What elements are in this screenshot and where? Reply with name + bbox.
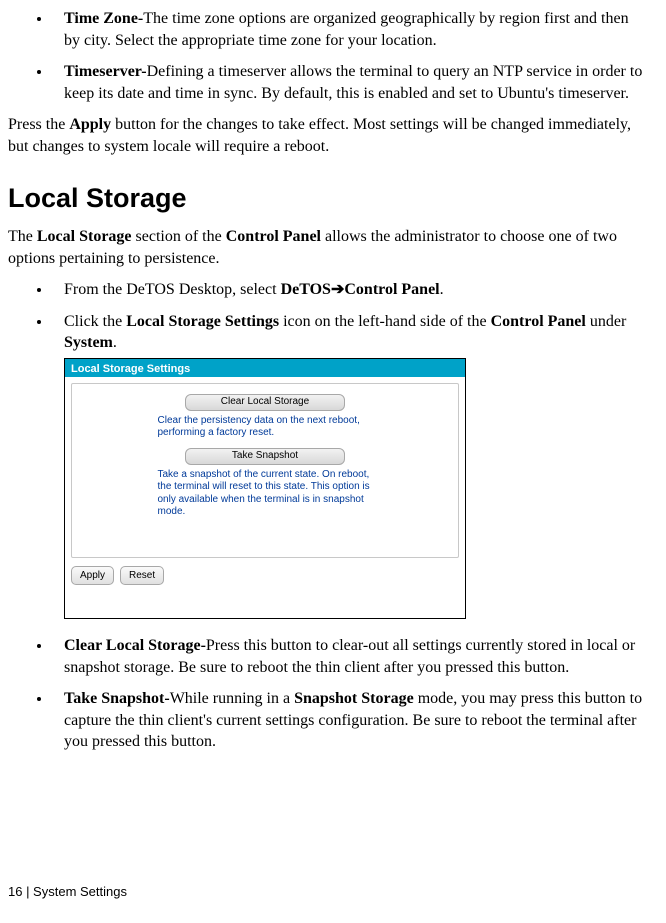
- arrow-icon: ➔: [331, 281, 344, 298]
- bullet-nav-step1: From the DeTOS Desktop, select DeTOS➔Con…: [52, 279, 648, 301]
- intro-paragraph: The Local Storage section of the Control…: [8, 226, 648, 269]
- nav-bullet-list: From the DeTOS Desktop, select DeTOS➔Con…: [12, 279, 648, 619]
- bullet-clear-local-storage: Clear Local Storage-Press this button to…: [52, 635, 648, 678]
- take-snapshot-button[interactable]: Take Snapshot: [185, 448, 345, 465]
- bottom-bullet-list: Clear Local Storage-Press this button to…: [12, 635, 648, 753]
- bullet-timezone: Time Zone-The time zone options are orga…: [52, 8, 648, 51]
- clear-local-storage-desc: Clear the persistency data on the next r…: [158, 415, 373, 440]
- local-storage-heading: Local Storage: [8, 180, 648, 216]
- panel-content-box: Clear Local Storage Clear the persistenc…: [71, 383, 459, 558]
- bullet-text: The time zone options are organized geog…: [64, 10, 629, 49]
- bullet-text: Defining a timeserver allows the termina…: [64, 63, 642, 102]
- apply-button[interactable]: Apply: [71, 566, 114, 586]
- bullet-title: Clear Local Storage-: [64, 637, 206, 654]
- panel-title: Local Storage Settings: [65, 359, 465, 377]
- bullet-nav-step2: Click the Local Storage Settings icon on…: [52, 311, 648, 619]
- bullet-timeserver: Timeserver-Defining a timeserver allows …: [52, 61, 648, 104]
- apply-paragraph: Press the Apply button for the changes t…: [8, 114, 648, 157]
- reset-button[interactable]: Reset: [120, 566, 164, 586]
- bullet-take-snapshot: Take Snapshot-While running in a Snapsho…: [52, 688, 648, 753]
- bullet-title: Timeserver-: [64, 63, 147, 80]
- page-footer: 16 | System Settings: [8, 883, 127, 901]
- bullet-title: Take Snapshot-: [64, 690, 170, 707]
- bullet-title: Time Zone-: [64, 10, 143, 27]
- take-snapshot-desc: Take a snapshot of the current state. On…: [158, 469, 373, 519]
- clear-local-storage-button[interactable]: Clear Local Storage: [185, 394, 345, 411]
- local-storage-settings-screenshot: Local Storage Settings Clear Local Stora…: [64, 358, 466, 619]
- top-bullet-list: Time Zone-The time zone options are orga…: [12, 8, 648, 104]
